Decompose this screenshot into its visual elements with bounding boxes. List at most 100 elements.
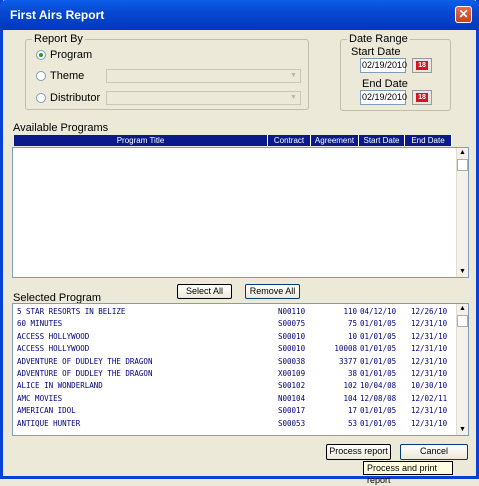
chevron-down-icon[interactable]: ▼ [288, 71, 299, 81]
cell-agreement: 53 [347, 418, 357, 428]
table-row[interactable]: ADVENTURE OF DUDLEY THE DRAGON X00109 38 01… [14, 368, 454, 380]
cell-title: ACCESS HOLLYWOOD [17, 331, 90, 341]
cell-title: ADVENTURE OF DUDLEY THE DRAGON [17, 369, 153, 378]
scroll-down-icon[interactable]: ▼ [457, 425, 468, 435]
title-bar[interactable]: First Airs Report ✕ [0, 0, 479, 30]
scroll-thumb[interactable] [457, 159, 468, 171]
scroll-thumb[interactable] [457, 315, 468, 327]
calendar-icon: 18 [416, 93, 428, 102]
cell-contract: S00010 [278, 331, 306, 341]
table-row[interactable]: ALICE IN WONDERLAND S00102 102 10/04/08 10/3… [14, 380, 454, 392]
cell-title: AMC MOVIES [17, 393, 63, 403]
cell-start: 01/01/05 [360, 356, 397, 366]
cell-contract: S00017 [278, 406, 306, 416]
available-scrollbar[interactable]: ▲ ▼ [456, 148, 468, 277]
start-date-field[interactable]: 02/19/2010 [360, 58, 407, 73]
cell-end: 12/31/10 [411, 344, 448, 354]
radio-program[interactable]: Program [36, 49, 92, 61]
radio-theme-icon[interactable] [36, 71, 46, 81]
date-range-legend: Date Range [347, 33, 410, 45]
radio-theme-label: Theme [50, 70, 85, 82]
remove-all-button[interactable]: Remove All [245, 284, 300, 299]
process-report-button[interactable]: Process report [326, 444, 391, 460]
available-programs-header: Program Title Contract Agreement Start D… [14, 135, 452, 146]
cell-start: 01/01/05 [360, 331, 397, 341]
scroll-down-icon[interactable]: ▼ [457, 267, 468, 277]
radio-program-icon[interactable] [36, 50, 46, 60]
cell-title: AMERICAN IDOL [17, 406, 76, 416]
radio-distributor-label: Distributor [50, 92, 101, 104]
column-contract[interactable]: Contract [268, 135, 311, 146]
table-row[interactable]: ANTIQUE HUNTER S00053 53 01/01/05 12/31/10 [14, 418, 454, 430]
table-row[interactable]: 5 STAR RESORTS IN BELIZE N00110 110 04/12/1… [14, 306, 454, 318]
cell-end: 12/31/10 [411, 331, 448, 341]
cell-title: ACCESS HOLLYWOOD [17, 344, 90, 354]
close-icon[interactable]: ✕ [455, 6, 472, 23]
cell-contract: S00053 [278, 418, 306, 428]
available-programs-label: Available Programs [13, 122, 109, 134]
report-by-legend: Report By [32, 33, 85, 45]
cell-start: 01/01/05 [360, 418, 397, 428]
cell-title: ANTIQUE HUNTER [17, 418, 81, 428]
column-program-title[interactable]: Program Title [14, 135, 268, 146]
cell-title: ADVENTURE OF DUDLEY THE DRAGON [17, 356, 153, 366]
cell-end: 10/30/10 [411, 381, 448, 391]
cell-contract: S00038 [278, 356, 306, 366]
table-row[interactable]: ACCESS HOLLYWOOD S00010 10008 01/01/05 12/31… [14, 343, 454, 355]
radio-distributor[interactable]: Distributor [36, 92, 100, 104]
available-programs-list[interactable]: ▲ ▼ [12, 147, 469, 278]
report-by-group: Report By Program Theme Distributor ▼ ▼ [25, 33, 309, 110]
cell-contract: S00102 [278, 381, 306, 391]
cell-start: 12/08/08 [360, 393, 397, 403]
end-date-label: End Date [362, 78, 408, 90]
cell-contract: N00110 [278, 307, 306, 316]
scroll-up-icon[interactable]: ▲ [457, 304, 468, 314]
column-end-date[interactable]: End Date [405, 135, 452, 146]
radio-theme[interactable]: Theme [36, 70, 84, 82]
chevron-down-icon[interactable]: ▼ [288, 93, 299, 103]
radio-distributor-icon[interactable] [36, 93, 46, 103]
calendar-icon: 18 [416, 61, 428, 70]
selected-program-list[interactable]: 5 STAR RESORTS IN BELIZE N00110 110 04/12/1… [12, 303, 469, 436]
end-date-calendar-button[interactable]: 18 [412, 90, 432, 105]
table-row[interactable]: 60 MINUTES S00075 75 01/01/05 12/31/10 [14, 318, 454, 330]
start-date-calendar-button[interactable]: 18 [412, 58, 432, 73]
cell-contract: N00104 [278, 393, 306, 403]
select-all-button[interactable]: Select All [177, 284, 232, 299]
selected-scrollbar[interactable]: ▲ ▼ [456, 304, 468, 435]
table-row[interactable]: ADVENTURE OF DUDLEY THE DRAGON S00038 3377… [14, 356, 454, 368]
table-row[interactable]: AMERICAN IDOL S00017 17 01/01/05 12/31/10 [14, 405, 454, 417]
cell-start: 10/04/08 [360, 381, 397, 391]
table-row[interactable]: AMC MOVIES N00104 104 12/08/08 12/02/11 [14, 393, 454, 405]
cell-title: 60 MINUTES [17, 319, 63, 329]
cell-agreement: 75 [347, 319, 357, 329]
distributor-select[interactable]: ▼ [106, 91, 301, 105]
cell-end: 12/31/10 [411, 319, 448, 329]
cancel-button[interactable]: Cancel [400, 444, 468, 460]
cell-contract: X00109 [278, 369, 306, 378]
cell-title: 5 STAR RESORTS IN BELIZE [17, 307, 126, 316]
date-range-group: Date Range Start Date 02/19/2010 18 End … [340, 33, 451, 111]
cell-contract: S00010 [278, 344, 306, 354]
end-date-field[interactable]: 02/19/2010 [360, 90, 407, 105]
column-agreement[interactable]: Agreement [311, 135, 359, 146]
cell-start: 01/01/05 [360, 369, 397, 378]
cell-start: 01/01/05 [360, 319, 397, 329]
cell-end: 12/31/10 [411, 369, 448, 378]
cell-title: ALICE IN WONDERLAND [17, 381, 103, 391]
cell-agreement: 102 [343, 381, 357, 391]
radio-program-label: Program [50, 49, 93, 61]
cell-start: 04/12/10 [360, 307, 397, 316]
cell-start: 01/01/05 [360, 344, 397, 354]
scroll-up-icon[interactable]: ▲ [457, 148, 468, 158]
table-row[interactable]: ACCESS HOLLYWOOD S00010 10 01/01/05 12/31/10 [14, 331, 454, 343]
column-start-date[interactable]: Start Date [359, 135, 405, 146]
cell-end: 12/31/10 [411, 356, 448, 366]
cell-start: 01/01/05 [360, 406, 397, 416]
cell-agreement: 104 [343, 393, 357, 403]
cell-contract: S00075 [278, 319, 306, 329]
theme-select[interactable]: ▼ [106, 69, 301, 83]
cell-agreement: 38 [347, 369, 357, 378]
start-date-label: Start Date [351, 46, 401, 58]
cell-agreement: 3377 [338, 356, 357, 366]
